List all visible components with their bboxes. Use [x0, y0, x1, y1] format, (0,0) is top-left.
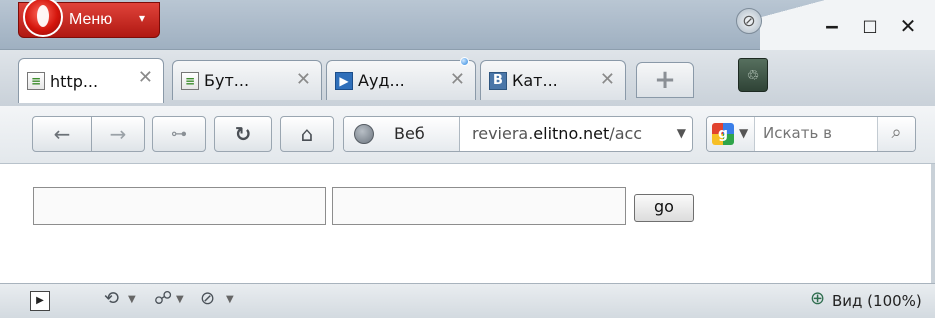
reload-button[interactable]: ↻: [214, 116, 272, 152]
page-icon: [27, 72, 45, 90]
tab-3[interactable]: ▶ Ауд... ✕: [326, 57, 476, 100]
minimize-button[interactable]: ‒: [820, 16, 844, 36]
opera-menu-button[interactable]: Меню ▾: [18, 0, 160, 38]
forward-button[interactable]: →: [91, 116, 145, 152]
go-button[interactable]: go: [634, 194, 694, 222]
chevron-down-icon[interactable]: ▼: [176, 294, 184, 305]
search-icon[interactable]: ⌕: [877, 117, 915, 151]
scrollbar-edge: [931, 164, 935, 284]
text-field-2[interactable]: [332, 187, 626, 225]
unite-icon[interactable]: ☍: [154, 288, 172, 309]
search-box: g ▼ ⌕: [706, 116, 916, 152]
chevron-down-icon[interactable]: ▼: [226, 294, 234, 305]
turbo-icon[interactable]: ⊘: [736, 8, 762, 34]
tab-1[interactable]: http... ✕: [18, 58, 164, 103]
tab-title: http...: [50, 71, 99, 91]
trash-icon[interactable]: ♲: [738, 58, 768, 92]
maximize-button[interactable]: □: [858, 16, 882, 36]
badge-label: Веб: [394, 124, 425, 143]
chevron-down-icon[interactable]: ▼: [128, 294, 136, 305]
zoom-label[interactable]: Вид (100%): [832, 292, 922, 310]
page-content: go: [0, 165, 935, 283]
close-tab-icon[interactable]: ✕: [296, 69, 311, 90]
menu-label: Меню: [69, 11, 113, 28]
tab-bar: http... ✕ Бут... ✕ ▶ Ауд... ✕ В Кат... ✕…: [0, 50, 935, 106]
tab-title: Бут...: [204, 71, 250, 90]
vk-icon: В: [489, 71, 507, 90]
status-bar: ▶ ⟲ ▼ ☍ ▼ ⊘ ▼ ⊕ Вид (100%): [0, 283, 935, 318]
zoom-icon[interactable]: ⊕: [810, 288, 825, 309]
loading-indicator-icon: [460, 57, 469, 66]
globe-icon: [354, 124, 374, 144]
address-badge[interactable]: Веб: [344, 117, 460, 151]
chevron-down-icon: ▼: [739, 126, 749, 140]
sync-icon[interactable]: ⟲: [104, 288, 119, 309]
url-text[interactable]: reviera.elitno.net/acc: [472, 124, 672, 143]
opera-logo-icon: [23, 0, 63, 37]
wand-key-icon[interactable]: ⊶: [152, 116, 206, 152]
text-field-1[interactable]: [33, 187, 326, 225]
title-bar: Меню ▾ ⊘ ‒ □ ✕: [0, 0, 935, 50]
address-bar[interactable]: Веб reviera.elitno.net/acc ▼: [343, 116, 693, 152]
chevron-down-icon[interactable]: ▼: [677, 126, 686, 140]
new-tab-button[interactable]: +: [636, 62, 694, 98]
tab-4[interactable]: В Кат... ✕: [480, 60, 626, 100]
tab-2[interactable]: Бут... ✕: [172, 60, 322, 100]
close-tab-icon[interactable]: ✕: [600, 69, 615, 90]
search-input[interactable]: [763, 124, 875, 142]
close-tab-icon[interactable]: ✕: [450, 69, 465, 90]
close-tab-icon[interactable]: ✕: [138, 67, 153, 88]
tab-title: Кат...: [512, 71, 558, 90]
navigation-toolbar: ← → ⊶ ↻ ⌂ Веб reviera.elitno.net/acc ▼ g…: [0, 106, 935, 164]
google-icon: g: [712, 123, 734, 145]
page-icon: [181, 71, 199, 90]
search-engine-selector[interactable]: g ▼: [707, 117, 755, 151]
audio-play-icon: ▶: [335, 71, 353, 90]
panel-toggle-icon[interactable]: ▶: [30, 291, 50, 311]
home-button[interactable]: ⌂: [280, 116, 334, 152]
close-window-button[interactable]: ✕: [896, 16, 920, 36]
chevron-down-icon: ▾: [139, 11, 146, 25]
back-button[interactable]: ←: [32, 116, 92, 152]
tab-title: Ауд...: [358, 71, 405, 90]
turbo-status-icon[interactable]: ⊘: [200, 288, 215, 309]
